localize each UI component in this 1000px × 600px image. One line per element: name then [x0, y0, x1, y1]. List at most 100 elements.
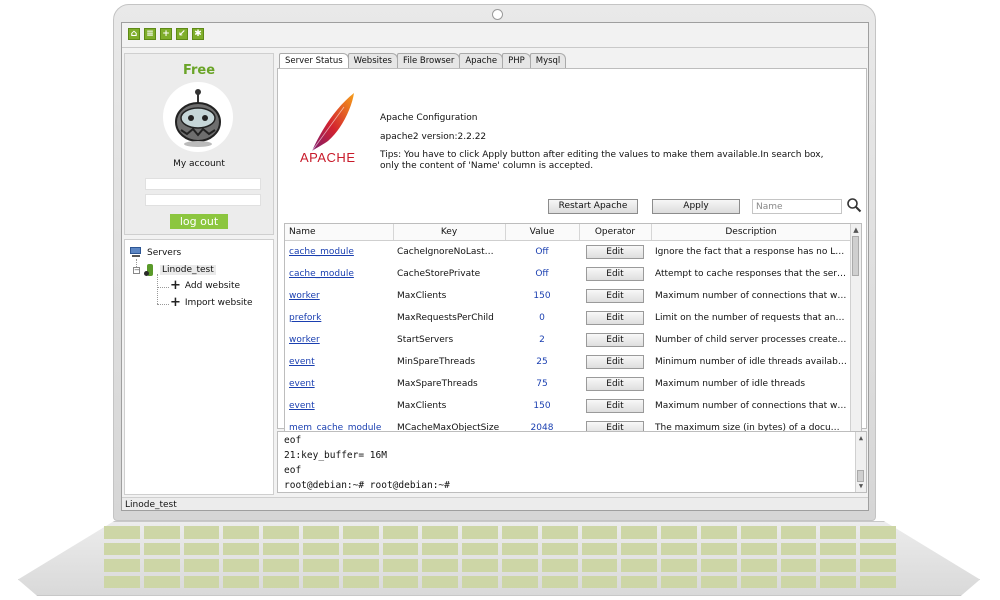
row-name[interactable]: worker: [285, 285, 393, 307]
keyboard-key: [143, 542, 180, 555]
add-icon[interactable]: +: [160, 28, 172, 40]
apply-button[interactable]: Apply: [652, 199, 740, 214]
keyboard-key: [104, 575, 140, 588]
tree-root-label: Servers: [147, 247, 182, 258]
column-header-description[interactable]: Description: [651, 224, 852, 241]
keyboard-key: [820, 559, 857, 572]
keyboard-key: [581, 559, 618, 572]
row-name[interactable]: cache_module: [285, 241, 393, 264]
keyboard-key: [501, 575, 538, 588]
module-link[interactable]: event: [289, 357, 315, 367]
keyboard-key: [223, 542, 260, 555]
keyboard-key: [263, 575, 299, 588]
edit-button[interactable]: Edit: [586, 289, 644, 303]
settings-icon[interactable]: ✱: [192, 28, 204, 40]
tab-file-browser[interactable]: File Browser: [396, 53, 461, 68]
keyboard: [100, 524, 900, 590]
edit-button[interactable]: Edit: [586, 311, 644, 325]
table-row: cache_module CacheIgnoreNoLastMod Off Edit I…: [285, 241, 851, 264]
scroll-thumb[interactable]: [852, 236, 859, 276]
config-tips: Tips: You have to click Apply button aft…: [380, 150, 824, 171]
tree-root[interactable]: Servers: [129, 247, 181, 258]
logout-button[interactable]: log out: [170, 214, 228, 229]
module-link[interactable]: cache_module: [289, 247, 354, 257]
tab-server-status[interactable]: Server Status: [279, 53, 349, 69]
row-name[interactable]: worker: [285, 329, 393, 351]
module-link[interactable]: event: [289, 379, 315, 389]
console-output[interactable]: eof 21:key_buffer= 16M eof root@debian:~…: [277, 431, 867, 493]
module-link[interactable]: worker: [289, 335, 320, 345]
toolbar-divider: [122, 47, 868, 48]
row-name[interactable]: prefork: [285, 307, 393, 329]
scroll-down-icon[interactable]: ▼: [856, 481, 866, 491]
tab-php[interactable]: PHP: [502, 53, 531, 68]
row-key: MaxClients: [397, 291, 447, 301]
scroll-up-icon[interactable]: ▲: [856, 433, 866, 443]
keyboard-key: [143, 559, 180, 572]
search-input[interactable]: [752, 199, 842, 214]
edit-button[interactable]: Edit: [586, 245, 644, 259]
row-name[interactable]: event: [285, 395, 393, 417]
column-header-operator[interactable]: Operator: [579, 224, 652, 241]
keyboard-key: [382, 542, 419, 555]
my-account-link[interactable]: My account: [125, 159, 273, 169]
keyboard-key: [820, 526, 857, 539]
home-icon[interactable]: ⌂: [128, 28, 140, 40]
table-scrollbar[interactable]: ▲ ▼: [850, 224, 861, 440]
column-header-name[interactable]: Name: [285, 224, 394, 241]
row-description: Maximum number of idle threads: [655, 379, 806, 389]
keyboard-key: [621, 575, 658, 588]
row-operator: Edit: [579, 285, 651, 307]
edit-button[interactable]: Edit: [586, 399, 644, 413]
keyboard-key: [820, 542, 857, 555]
module-link[interactable]: event: [289, 401, 315, 411]
keyboard-key: [342, 542, 379, 555]
module-link[interactable]: worker: [289, 291, 320, 301]
keyboard-key: [700, 542, 737, 555]
row-name[interactable]: event: [285, 373, 393, 395]
keyboard-key: [661, 559, 697, 572]
row-name[interactable]: event: [285, 351, 393, 373]
row-description: Ignore the fact that a response has no L…: [655, 247, 851, 257]
tab-websites[interactable]: Websites: [347, 53, 398, 68]
console-line: root@debian:~# root@debian:~#: [284, 480, 450, 491]
keyboard-key: [740, 526, 777, 539]
tree-import-website[interactable]: + Import website: [170, 296, 253, 309]
keyboard-key: [263, 542, 299, 555]
tree-add-website[interactable]: + Add website: [170, 278, 240, 293]
scroll-up-icon[interactable]: ▲: [851, 225, 861, 235]
keyboard-key: [462, 542, 498, 555]
keyboard-key: [661, 575, 697, 588]
keyboard-key: [342, 526, 379, 539]
edit-button[interactable]: Edit: [586, 267, 644, 281]
tab-mysql[interactable]: Mysql: [529, 53, 567, 68]
tab-apache[interactable]: Apache: [459, 53, 504, 68]
install-icon[interactable]: ↙: [176, 28, 188, 40]
keyboard-key: [462, 559, 498, 572]
column-header-key[interactable]: Key: [393, 224, 506, 241]
edit-button[interactable]: Edit: [586, 355, 644, 369]
row-name[interactable]: cache_module: [285, 263, 393, 285]
table-row: prefork MaxRequestsPerChild 0 Edit Limit on …: [285, 307, 851, 329]
console-scrollbar[interactable]: ▲ ▼: [855, 432, 866, 492]
plus-icon: +: [170, 278, 181, 293]
edit-button[interactable]: Edit: [586, 333, 644, 347]
row-description: Minimum number of idle threads available…: [655, 357, 851, 367]
collapse-icon[interactable]: −: [133, 266, 140, 274]
tree-server[interactable]: − Linode_test: [133, 264, 216, 276]
keyboard-key: [780, 526, 817, 539]
keyboard-key: [581, 575, 618, 588]
robot-avatar-icon: [175, 89, 221, 147]
server-icon[interactable]: ≡: [144, 28, 156, 40]
restart-apache-button[interactable]: Restart Apache: [548, 199, 638, 214]
keyboard-key: [700, 559, 737, 572]
keyboard-key: [263, 526, 299, 539]
search-icon[interactable]: [846, 197, 862, 213]
module-link[interactable]: cache_module: [289, 269, 354, 279]
column-header-value[interactable]: Value: [505, 224, 580, 241]
edit-button[interactable]: Edit: [586, 377, 644, 391]
module-link[interactable]: prefork: [289, 313, 321, 323]
keyboard-key: [263, 559, 299, 572]
table-row: event MaxSpareThreads 75 Edit Maximum number…: [285, 373, 851, 395]
tree-line: [157, 287, 169, 288]
